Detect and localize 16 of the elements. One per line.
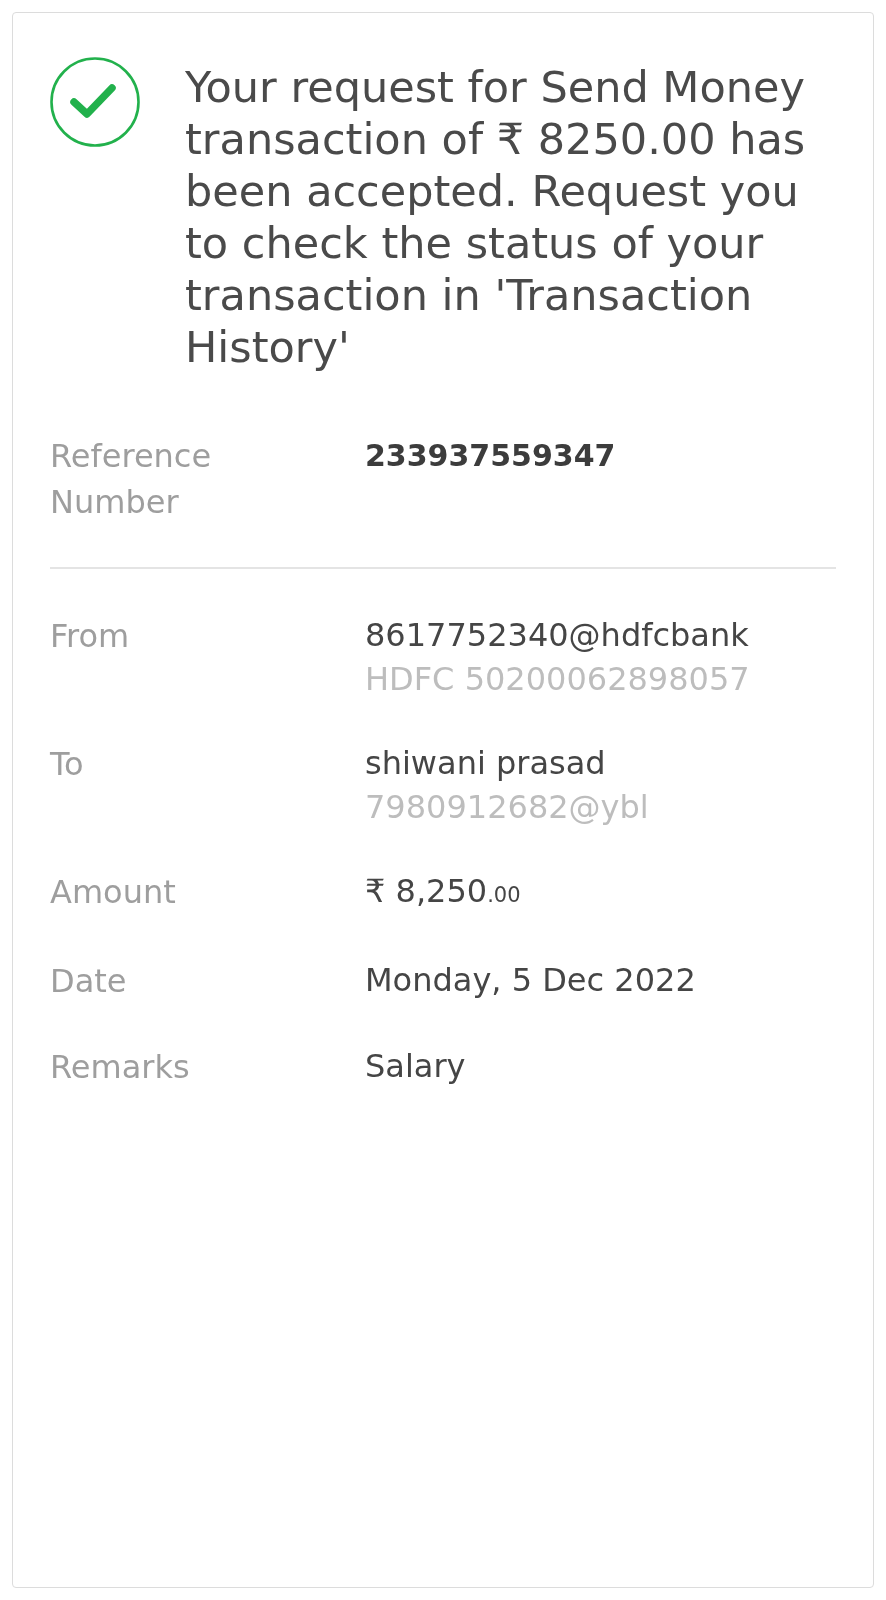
status-message: Your request for Send Money transaction of ₹ 8250.00 has been accepted. Request you to check the status of your transaction in 'Transaction History' <box>185 61 807 373</box>
detail-label: From <box>50 616 131 657</box>
detail-label: Reference Number <box>50 436 213 523</box>
amount-value: ₹ 8,250.00 <box>365 871 521 912</box>
detail-value: shiwani prasad <box>365 743 607 784</box>
detail-label: Amount <box>50 872 177 913</box>
detail-value: Monday, 5 Dec 2022 <box>365 960 696 1001</box>
detail-label: To <box>50 744 85 785</box>
detail-value: 8617752340@hdfcbank <box>365 615 750 656</box>
detail-value: Salary <box>365 1046 466 1087</box>
check-circle-icon <box>50 57 140 147</box>
reference-number: 233937559347 <box>365 437 616 475</box>
detail-subvalue: 7980912682@ybl <box>365 787 649 828</box>
detail-label: Date <box>50 961 128 1002</box>
detail-subvalue: HDFC 50200062898057 <box>365 659 750 700</box>
detail-label: Remarks <box>50 1047 191 1088</box>
